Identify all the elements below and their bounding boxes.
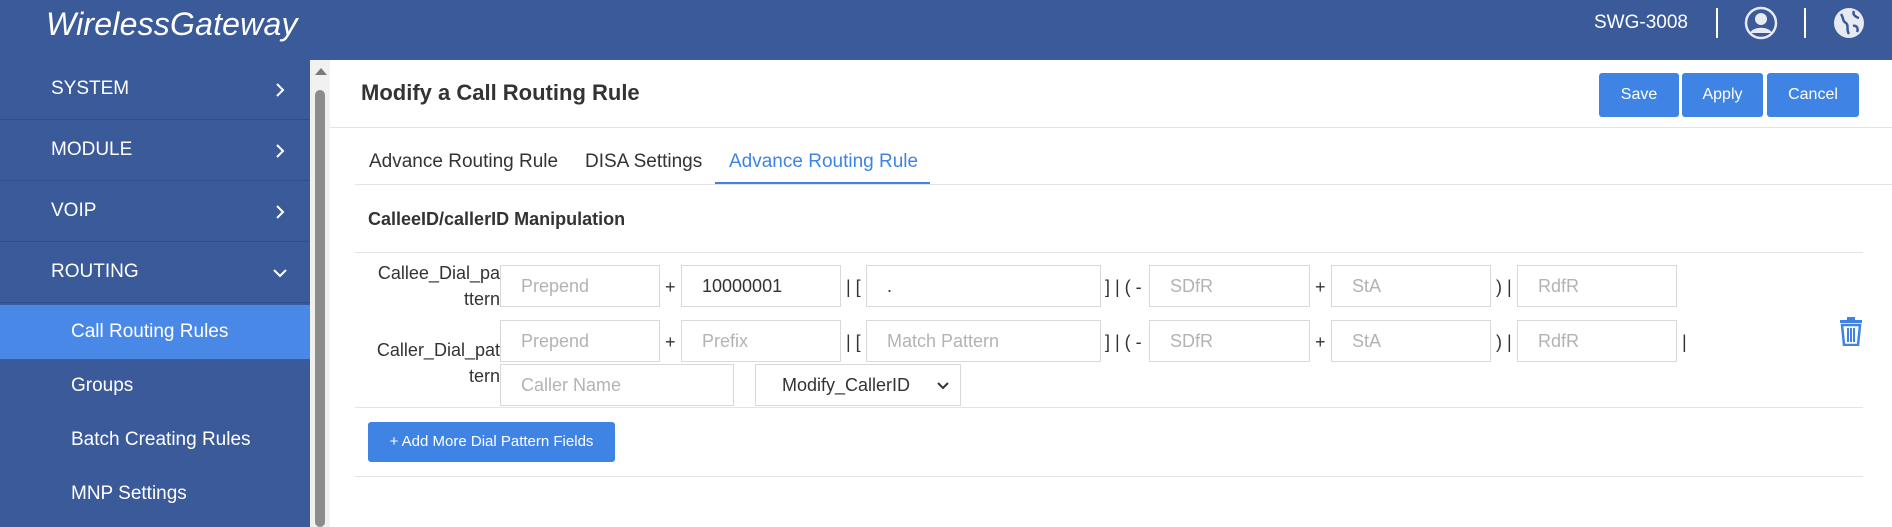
callee-rdfr-input[interactable]: RdfR (1517, 265, 1677, 307)
chevron-down-icon (273, 269, 287, 278)
pattern-close-symbol: ) | (1496, 277, 1512, 297)
sidebar-item-routing[interactable]: ROUTING (0, 243, 310, 303)
callee-dial-pattern-label: Callee_Dial_pa ttern (377, 263, 500, 309)
sidebar-item-voip[interactable]: VOIP (0, 182, 310, 242)
trash-icon[interactable] (1838, 316, 1864, 346)
device-model: SWG-3008 (1594, 12, 1688, 33)
chevron-right-icon (276, 83, 285, 97)
plus-symbol: + (1315, 332, 1326, 352)
apply-button[interactable]: Apply (1682, 73, 1763, 117)
plus-symbol: + (1315, 277, 1326, 297)
sidebar-subitem-label: Batch Creating Rules (71, 429, 251, 450)
sidebar-subitem-mnp-settings[interactable]: MNP Settings (0, 467, 310, 521)
sidebar: SYSTEM MODULE VOIP ROUTING Call Routing … (0, 60, 310, 527)
sidebar-subitem-label: Groups (71, 375, 134, 396)
callee-sta-input[interactable]: StA (1331, 265, 1491, 307)
tab-advance-routing-rule-active[interactable]: Advance Routing Rule (729, 151, 918, 173)
sidebar-item-system[interactable]: SYSTEM (0, 60, 310, 120)
scroll-up-arrow-icon[interactable] (315, 68, 327, 75)
pattern-mid-symbol: ] | ( - (1105, 332, 1142, 352)
globe-icon[interactable] (1832, 6, 1866, 40)
chevron-right-icon (276, 144, 285, 158)
save-button[interactable]: Save (1599, 73, 1679, 117)
tab-advance-routing-rule[interactable]: Advance Routing Rule (369, 151, 558, 173)
pattern-mid-symbol: ] | ( - (1105, 277, 1142, 297)
divider (330, 127, 1892, 128)
sidebar-item-label: SYSTEM (51, 78, 130, 99)
header-divider (1804, 8, 1806, 38)
header-divider (1716, 8, 1718, 38)
callee-sdfr-input[interactable]: SDfR (1149, 265, 1310, 307)
pattern-open-symbol: | [ (846, 277, 861, 297)
caller-sdfr-input[interactable]: SDfR (1149, 320, 1310, 362)
caller-rdfr-input[interactable]: RdfR (1517, 320, 1677, 362)
pattern-open-symbol: | [ (846, 332, 861, 352)
scroll-thumb[interactable] (315, 90, 325, 527)
callee-match-pattern-input[interactable]: . (866, 265, 1101, 307)
caller-name-input[interactable]: Caller Name (500, 364, 734, 406)
caller-sta-input[interactable]: StA (1331, 320, 1491, 362)
caller-prepend-input[interactable]: Prepend (500, 320, 660, 362)
section-title: CalleeID/callerID Manipulation (368, 209, 626, 229)
divider (355, 184, 1892, 185)
divider (355, 476, 1863, 477)
user-icon[interactable] (1744, 6, 1778, 40)
modify-caller-id-select-value: Modify_CallerID (782, 375, 911, 395)
sidebar-item-module[interactable]: MODULE (0, 121, 310, 181)
caller-prefix-input[interactable]: Prefix (681, 320, 841, 362)
tab-disa-settings[interactable]: DISA Settings (585, 151, 702, 173)
page-title: Modify a Call Routing Rule (361, 80, 640, 105)
plus-symbol: + (665, 277, 676, 297)
add-more-dial-pattern-button[interactable]: + Add More Dial Pattern Fields (368, 422, 615, 462)
caller-dial-pattern-label: Caller_Dial_pat tern (376, 340, 500, 386)
sidebar-subitem-label: MNP Settings (71, 483, 187, 504)
caller-match-pattern-input[interactable]: Match Pattern (866, 320, 1101, 362)
sidebar-subitem-label: Call Routing Rules (71, 321, 229, 342)
sidebar-scrollbar[interactable] (310, 60, 330, 527)
pattern-bar-symbol: | (1682, 332, 1687, 352)
chevron-right-icon (276, 205, 285, 219)
modify-caller-id-select[interactable]: Modify_CallerID (755, 364, 961, 406)
brand-logo: WirelessGateway (46, 6, 298, 42)
sidebar-item-label: ROUTING (51, 261, 139, 282)
sidebar-item-label: MODULE (51, 139, 133, 160)
cancel-button[interactable]: Cancel (1767, 73, 1859, 117)
top-bar: WirelessGateway SWG-3008 (0, 0, 1892, 60)
sidebar-item-label: VOIP (51, 200, 97, 221)
sidebar-subitem-call-routing-rules[interactable]: Call Routing Rules (0, 305, 310, 359)
divider (355, 252, 1863, 253)
divider (355, 407, 1863, 408)
sidebar-subitem-batch-creating-rules[interactable]: Batch Creating Rules (0, 413, 310, 467)
callee-prefix-input[interactable]: 10000001 (681, 265, 841, 307)
chevron-down-icon (937, 382, 949, 390)
pattern-close-symbol: ) | (1496, 332, 1512, 352)
plus-symbol: + (665, 332, 676, 352)
callee-prepend-input[interactable]: Prepend (500, 265, 660, 307)
sidebar-subitem-groups[interactable]: Groups (0, 359, 310, 413)
